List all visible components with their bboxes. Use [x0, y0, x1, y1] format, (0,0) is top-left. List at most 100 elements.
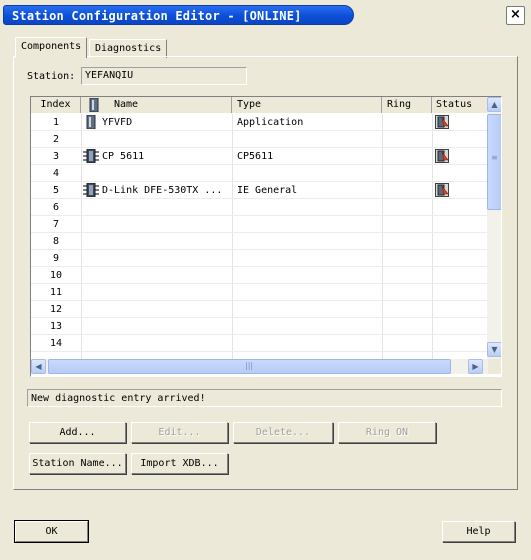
table-row[interactable]: 11: [31, 284, 488, 301]
column-header-name[interactable]: Name: [81, 97, 232, 113]
cell-type: Application: [237, 117, 304, 128]
help-button[interactable]: Help: [442, 521, 515, 542]
cell-status: [432, 131, 488, 148]
cell-name: [81, 216, 232, 233]
table-row[interactable]: 6: [31, 199, 488, 216]
cell-index: 8: [52, 236, 60, 247]
cell-ring: [382, 182, 432, 199]
cell-type: [232, 165, 382, 182]
horizontal-scroll-thumb[interactable]: |||: [48, 359, 451, 374]
cell-index: 7: [52, 219, 60, 230]
cell-name-text: CP 5611: [102, 151, 145, 162]
cell-status: [432, 301, 488, 318]
cell-type: [232, 131, 382, 148]
cell-status: [432, 267, 488, 284]
cell-status: [432, 148, 488, 165]
ok-button[interactable]: OK: [14, 520, 89, 543]
table-row[interactable]: 12: [31, 301, 488, 318]
cell-name: [81, 284, 232, 301]
scroll-corner: [488, 359, 501, 374]
station-name-button[interactable]: Station Name...: [29, 453, 126, 474]
vertical-scroll-thumb[interactable]: ≡: [487, 114, 501, 210]
cell-ring: [382, 284, 432, 301]
edit-button[interactable]: Edit...: [131, 422, 228, 443]
add-button[interactable]: Add...: [29, 422, 126, 443]
cell-ring: [382, 216, 432, 233]
cell-name-text: YFVFD: [102, 117, 133, 128]
scroll-down-icon[interactable]: ▼: [487, 342, 501, 357]
table-row[interactable]: 9: [31, 250, 488, 267]
delete-button[interactable]: Delete...: [233, 422, 333, 443]
cell-ring: [382, 318, 432, 335]
cell-status: [432, 318, 488, 335]
table-row[interactable]: 3 CP 5611 CP5611: [31, 148, 488, 165]
cell-index: 4: [52, 168, 60, 179]
table-row[interactable]: 5 D-Link DFE-530TX ... IE General: [31, 182, 488, 199]
network-card-icon: [83, 182, 99, 199]
table-row[interactable]: 14: [31, 335, 488, 352]
cell-status: [432, 233, 488, 250]
scroll-up-icon[interactable]: ▲: [487, 97, 501, 112]
cell-index: 2: [52, 134, 60, 145]
column-header-status[interactable]: Status: [432, 97, 488, 113]
scroll-right-icon[interactable]: ▶: [468, 359, 483, 374]
horizontal-scrollbar[interactable]: ◀ ||| ▶: [31, 359, 488, 374]
table-row[interactable]: 10: [31, 267, 488, 284]
close-button[interactable]: ×: [506, 6, 525, 25]
table-body: 1 YFVFD Application 2 3 CP 5611 CP5611 4 5 D-Link…: [31, 114, 488, 359]
station-name-field: YEFANQIU: [81, 67, 247, 85]
cell-name: [81, 131, 232, 148]
cell-ring: [382, 131, 432, 148]
application-icon: [86, 114, 96, 131]
table-row[interactable]: 13: [31, 318, 488, 335]
column-header-name-label: Name: [114, 99, 139, 110]
cell-status: [432, 182, 488, 199]
cell-name: [81, 165, 232, 182]
station-label: Station:: [27, 71, 76, 82]
network-card-icon: [83, 148, 99, 165]
status-diagnostic-icon[interactable]: [435, 115, 449, 131]
table-row[interactable]: 8: [31, 233, 488, 250]
scroll-left-icon[interactable]: ◀: [31, 359, 46, 374]
table-row[interactable]: 7: [31, 216, 488, 233]
cell-status: [432, 216, 488, 233]
cell-ring: [382, 165, 432, 182]
cell-type: [232, 267, 382, 284]
cell-index: 10: [49, 270, 63, 281]
table-row[interactable]: 2: [31, 131, 488, 148]
cell-name: [81, 233, 232, 250]
cell-name: [81, 199, 232, 216]
cell-index: 6: [52, 202, 60, 213]
column-header-index[interactable]: Index: [31, 97, 81, 113]
table-row[interactable]: 4: [31, 165, 488, 182]
cell-type: CP5611: [237, 151, 274, 162]
status-message: New diagnostic entry arrived!: [27, 389, 502, 407]
component-icon: [89, 98, 99, 112]
cell-type: [232, 199, 382, 216]
table-header: Index Name Type Ring Status: [31, 97, 488, 113]
cell-type: [232, 216, 382, 233]
table-row[interactable]: 1 YFVFD Application: [31, 114, 488, 131]
cell-type: [232, 318, 382, 335]
cell-name: [81, 335, 232, 352]
cell-status: [432, 335, 488, 352]
ring-on-button[interactable]: Ring ON: [338, 422, 436, 443]
cell-status: [432, 165, 488, 182]
cell-index: 14: [49, 338, 63, 349]
cell-type: [232, 335, 382, 352]
cell-name: [81, 250, 232, 267]
components-table[interactable]: Index Name Type Ring Status 1 YFVFD Applic…: [30, 96, 502, 377]
status-diagnostic-icon[interactable]: [435, 183, 449, 199]
column-header-type[interactable]: Type: [232, 97, 382, 113]
status-diagnostic-icon[interactable]: [435, 149, 449, 165]
cell-name-text: D-Link DFE-530TX ...: [102, 185, 223, 196]
cell-status: [432, 199, 488, 216]
cell-type: [232, 284, 382, 301]
vertical-scrollbar[interactable]: ▲ ≡ ▼: [487, 97, 501, 359]
cell-ring: [382, 233, 432, 250]
import-xdb-button[interactable]: Import XDB...: [131, 453, 228, 474]
cell-status: [432, 114, 488, 131]
column-header-ring[interactable]: Ring: [382, 97, 432, 113]
cell-index: 9: [52, 253, 60, 264]
tab-components[interactable]: Components: [15, 37, 88, 58]
